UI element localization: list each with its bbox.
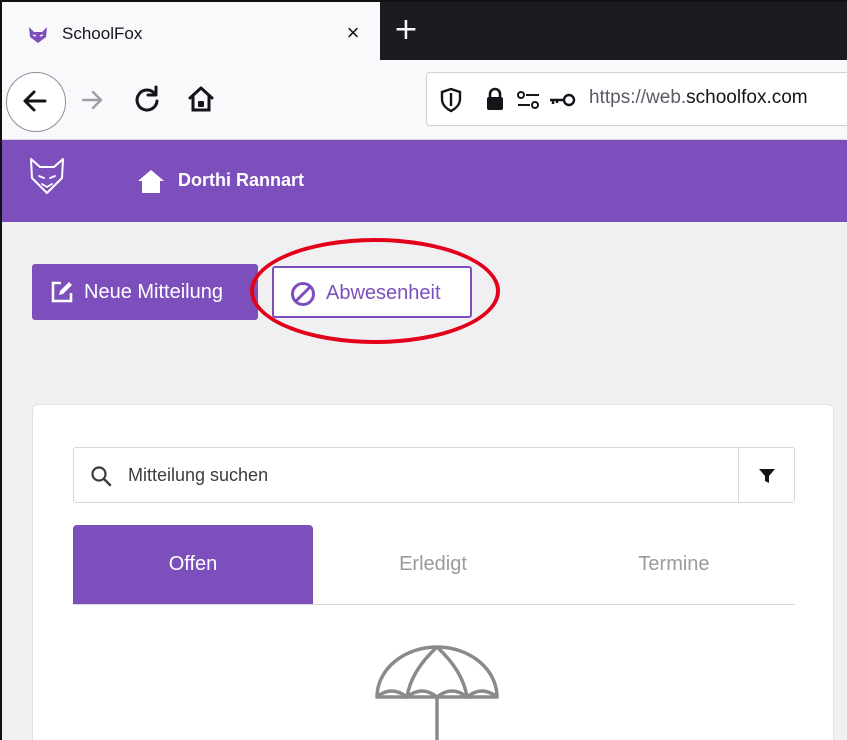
fox-favicon-icon [29, 27, 47, 43]
fox-logo-icon[interactable] [28, 156, 66, 196]
tab-erledigt[interactable]: Erledigt [313, 525, 553, 604]
app-header: Dorthi Rannart [2, 140, 847, 222]
tab-termine[interactable]: Termine [554, 525, 794, 604]
filter-button[interactable] [738, 448, 794, 502]
message-tabs: Offen Erledigt Termine [73, 525, 795, 605]
filter-icon [759, 469, 775, 483]
reload-icon[interactable] [132, 84, 162, 114]
main-content: Neue Mitteilung Abwesenheit Mitteilung s… [2, 222, 847, 740]
browser-nav-bar: https://web.schoolfox.com [2, 60, 847, 140]
new-message-label: Neue Mitteilung [84, 281, 223, 303]
back-arrow-icon [23, 90, 47, 112]
tab-offen[interactable]: Offen [73, 525, 313, 604]
tab-title: SchoolFox [62, 24, 143, 43]
messages-card: Mitteilung suchen Offen Erledigt Termine [32, 404, 834, 740]
absence-label: Abwesenheit [326, 282, 441, 304]
lock-icon[interactable] [485, 87, 505, 111]
umbrella-icon [375, 645, 499, 740]
home-icon[interactable] [136, 168, 166, 194]
home-button-icon[interactable] [186, 84, 216, 114]
new-tab-button[interactable]: + [392, 15, 420, 45]
forward-arrow-icon[interactable] [78, 86, 106, 114]
close-tab-icon[interactable]: × [340, 20, 366, 46]
browser-tab[interactable]: SchoolFox × [2, 2, 380, 60]
new-message-button[interactable]: Neue Mitteilung [32, 264, 258, 320]
no-entry-icon [291, 282, 315, 306]
back-button[interactable] [6, 72, 66, 132]
search-input[interactable]: Mitteilung suchen [128, 465, 268, 486]
screenshot-frame: SchoolFox × + https://web.schoolfox.com … [0, 0, 847, 740]
url-text[interactable]: https://web.schoolfox.com [589, 87, 808, 109]
address-bar[interactable]: https://web.schoolfox.com [426, 72, 847, 126]
browser-tab-strip: SchoolFox × + [2, 2, 847, 60]
search-icon [91, 466, 112, 487]
permissions-icon[interactable] [515, 89, 543, 111]
shield-icon[interactable] [439, 87, 463, 113]
key-icon[interactable] [547, 91, 577, 109]
absence-button[interactable]: Abwesenheit [272, 266, 472, 318]
edit-icon [51, 281, 73, 303]
user-name[interactable]: Dorthi Rannart [178, 170, 304, 191]
search-field[interactable]: Mitteilung suchen [73, 447, 795, 503]
